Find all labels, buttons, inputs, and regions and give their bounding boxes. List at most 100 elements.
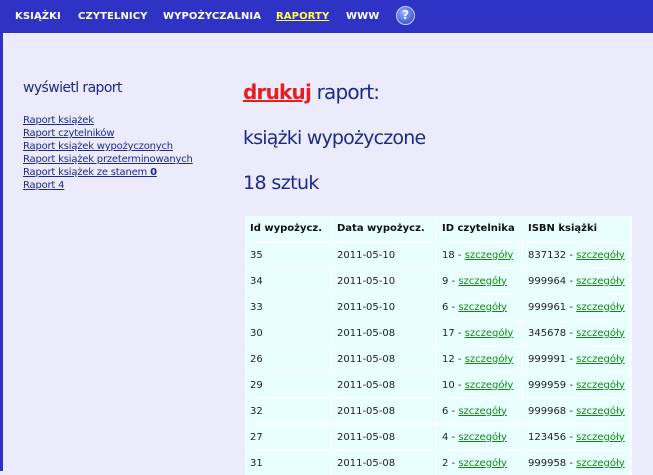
- report-link-readers[interactable]: Raport czytelników: [23, 128, 115, 139]
- cell-book-isbn: 999959 - szczegóły: [523, 371, 632, 397]
- cell-loan-id: 31: [245, 449, 332, 475]
- isbn-value: 999958: [528, 457, 567, 469]
- report-link-overdue[interactable]: Raport książek przeterminowanych: [23, 154, 193, 165]
- nav-item-www[interactable]: WWW: [346, 11, 379, 22]
- reader-details-link[interactable]: szczegóły: [465, 354, 514, 365]
- isbn-value: 999991: [528, 353, 567, 365]
- reader-id-value: 9: [442, 275, 449, 287]
- sidebar-title: wyświetl raport: [23, 80, 122, 96]
- column-header-loan-date: Data wypożycz.: [332, 216, 437, 241]
- reader-details-link[interactable]: szczegóły: [458, 432, 507, 443]
- cell-loan-id: 35: [245, 241, 332, 267]
- isbn-value: 999968: [528, 405, 567, 417]
- book-details-link[interactable]: szczegóły: [576, 432, 625, 443]
- cell-loan-date: 2011-05-08: [332, 423, 437, 449]
- nav-item-books[interactable]: KSIĄŻKI: [15, 11, 61, 22]
- cell-book-isbn: 123456 - szczegóły: [523, 423, 632, 449]
- nav-item-readers[interactable]: CZYTELNICY: [78, 11, 148, 22]
- report-link-borrowed[interactable]: Raport książek wypożyczonych: [23, 141, 173, 152]
- report-link-stock-zero-label: Raport książek ze stanem: [23, 167, 151, 178]
- table-row: 29 2011-05-08 10 - szczegóły 999959 - szcze…: [245, 371, 632, 397]
- cell-reader-id: 18 - szczegóły: [437, 241, 523, 267]
- cell-reader-id: 6 - szczegóły: [437, 293, 523, 319]
- cell-loan-date: 2011-05-08: [332, 371, 437, 397]
- report-subtitle: książki wypożyczone: [243, 127, 426, 149]
- isbn-value: 123456: [528, 431, 567, 443]
- nav-item-lending[interactable]: WYPOŻYCZALNIA: [163, 11, 261, 22]
- cell-book-isbn: 999991 - szczegóły: [523, 345, 632, 371]
- table-row: 35 2011-05-10 18 - szczegóły 837132 - szcze…: [245, 241, 632, 267]
- reader-details-link[interactable]: szczegóły: [458, 276, 507, 287]
- cell-loan-id: 34: [245, 267, 332, 293]
- nav-item-reports[interactable]: RAPORTY: [276, 11, 329, 22]
- isbn-value: 999964: [528, 275, 567, 287]
- book-details-link[interactable]: szczegóły: [576, 458, 625, 469]
- book-details-link[interactable]: szczegóły: [576, 328, 625, 339]
- cell-loan-date: 2011-05-08: [332, 449, 437, 475]
- cell-book-isbn: 999964 - szczegóły: [523, 267, 632, 293]
- help-icon[interactable]: ?: [396, 6, 415, 25]
- table-row: 32 2011-05-08 6 - szczegóły 999968 - szczeg…: [245, 397, 632, 423]
- page-headline: drukuj raport:: [243, 80, 380, 104]
- table-row: 31 2011-05-08 2 - szczegóły 999958 - szczeg…: [245, 449, 632, 475]
- reader-id-value: 17: [442, 327, 455, 339]
- table-header-row: Id wypożycz. Data wypożycz. ID czytelnik…: [245, 216, 632, 241]
- table-row: 27 2011-05-08 4 - szczegóły 123456 - szczeg…: [245, 423, 632, 449]
- isbn-value: 999961: [528, 301, 567, 313]
- report-link-books[interactable]: Raport książek: [23, 115, 94, 126]
- book-details-link[interactable]: szczegóły: [576, 354, 625, 365]
- cell-loan-date: 2011-05-10: [332, 267, 437, 293]
- report-link-stock-zero-value: 0: [150, 167, 157, 178]
- cell-loan-date: 2011-05-08: [332, 397, 437, 423]
- column-header-book-isbn: ISBN książki: [523, 216, 632, 241]
- cell-loan-id: 26: [245, 345, 332, 371]
- record-count: 18 sztuk: [243, 172, 319, 194]
- reader-id-value: 6: [442, 405, 449, 417]
- reader-details-link[interactable]: szczegóły: [458, 406, 507, 417]
- isbn-value: 999959: [528, 379, 567, 391]
- reader-id-value: 18: [442, 249, 455, 261]
- reader-id-value: 2: [442, 457, 449, 469]
- left-border-strip: [0, 33, 3, 471]
- table-row: 26 2011-05-08 12 - szczegóły 999991 - szcze…: [245, 345, 632, 371]
- book-details-link[interactable]: szczegóły: [576, 302, 625, 313]
- reader-details-link[interactable]: szczegóły: [465, 328, 514, 339]
- table-row: 34 2011-05-10 9 - szczegóły 999964 - szczeg…: [245, 267, 632, 293]
- column-header-reader-id: ID czytelnika: [437, 216, 523, 241]
- cell-reader-id: 12 - szczegóły: [437, 345, 523, 371]
- book-details-link[interactable]: szczegóły: [576, 250, 625, 261]
- book-details-link[interactable]: szczegóły: [576, 276, 625, 287]
- book-details-link[interactable]: szczegóły: [576, 380, 625, 391]
- reader-details-link[interactable]: szczegóły: [458, 458, 507, 469]
- reader-details-link[interactable]: szczegóły: [465, 380, 514, 391]
- cell-book-isbn: 837132 - szczegóły: [523, 241, 632, 267]
- cell-loan-date: 2011-05-08: [332, 345, 437, 371]
- cell-loan-date: 2011-05-08: [332, 319, 437, 345]
- reader-details-link[interactable]: szczegóły: [465, 250, 514, 261]
- reader-id-value: 12: [442, 353, 455, 365]
- cell-reader-id: 9 - szczegóły: [437, 267, 523, 293]
- report-link-4[interactable]: Raport 4: [23, 180, 64, 191]
- table-body: 35 2011-05-10 18 - szczegóły 837132 - szcze…: [245, 241, 632, 475]
- isbn-value: 345678: [528, 327, 567, 339]
- isbn-value: 837132: [528, 249, 567, 261]
- top-navigation-bar: KSIĄŻKI CZYTELNICY WYPOŻYCZALNIA RAPORTY…: [0, 0, 653, 33]
- report-link-stock-zero[interactable]: Raport książek ze stanem 0: [23, 167, 157, 178]
- reader-details-link[interactable]: szczegóły: [458, 302, 507, 313]
- book-details-link[interactable]: szczegóły: [576, 406, 625, 417]
- cell-loan-id: 32: [245, 397, 332, 423]
- cell-reader-id: 17 - szczegóły: [437, 319, 523, 345]
- cell-loan-id: 27: [245, 423, 332, 449]
- reader-id-value: 6: [442, 301, 449, 313]
- table-row: 33 2011-05-10 6 - szczegóły 999961 - szczeg…: [245, 293, 632, 319]
- print-report-link[interactable]: drukuj: [243, 80, 312, 104]
- cell-book-isbn: 999961 - szczegóły: [523, 293, 632, 319]
- cell-book-isbn: 999968 - szczegóły: [523, 397, 632, 423]
- headline-text: raport:: [311, 80, 380, 104]
- cell-book-isbn: 345678 - szczegóły: [523, 319, 632, 345]
- cell-loan-date: 2011-05-10: [332, 241, 437, 267]
- cell-reader-id: 10 - szczegóły: [437, 371, 523, 397]
- loans-table: Id wypożycz. Data wypożycz. ID czytelnik…: [245, 216, 632, 475]
- cell-reader-id: 6 - szczegóły: [437, 397, 523, 423]
- cell-reader-id: 2 - szczegóły: [437, 449, 523, 475]
